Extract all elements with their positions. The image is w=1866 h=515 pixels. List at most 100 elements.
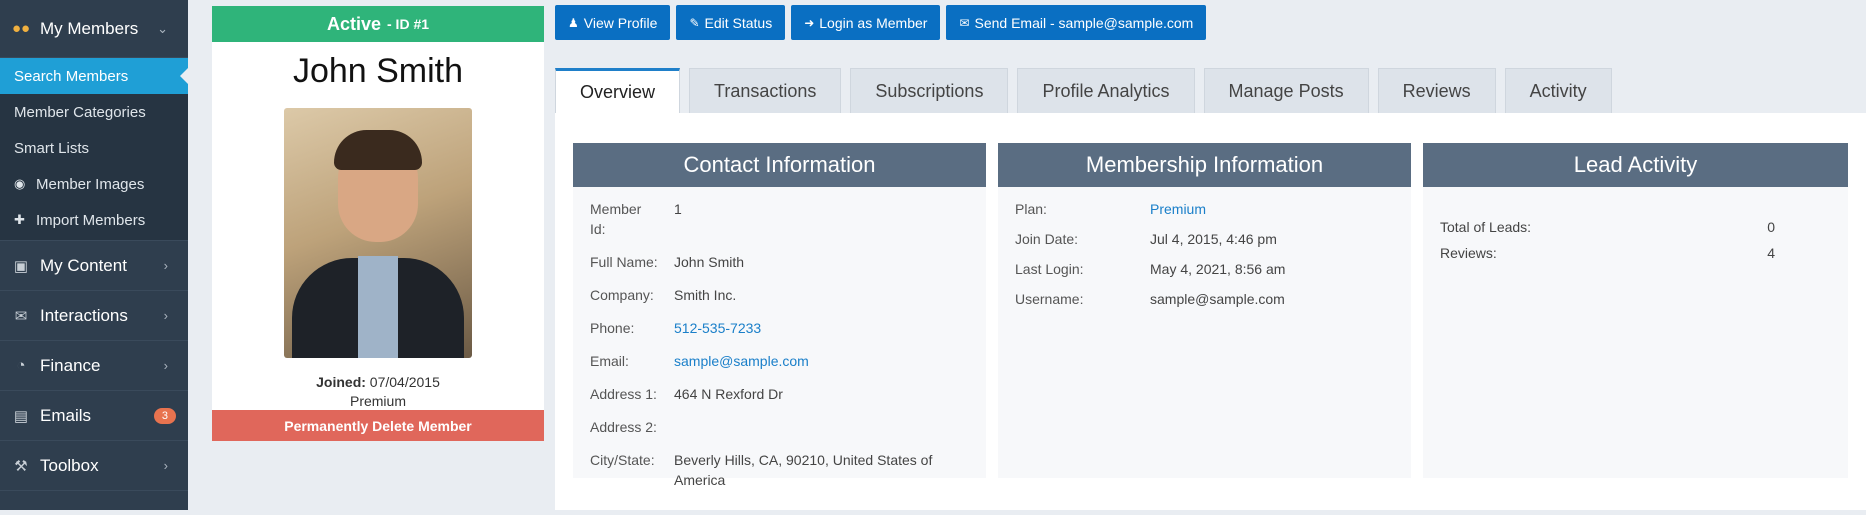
sidebar-item-import-members[interactable]: ✚ Import Members [0, 202, 188, 238]
sidebar-section-label: Toolbox [40, 455, 99, 475]
info-row: Phone: 512-535-7233 [590, 318, 969, 338]
tab-transactions[interactable]: Transactions [689, 68, 842, 113]
chevron-right-icon: › [163, 308, 168, 323]
comments-icon: ✉ [14, 307, 28, 325]
overview-panel: Contact Information Member Id: 1 Full Na… [555, 113, 1866, 510]
folder-icon: ▣ [13, 257, 29, 275]
send-email-button[interactable]: ✉ Send Email - sample@sample.com [946, 5, 1207, 40]
joined-date: 07/04/2015 [369, 374, 440, 390]
sidebar-item-label: Import Members [36, 211, 146, 229]
sidebar-section-emails[interactable]: ▤ Emails 3 [0, 391, 188, 441]
tab-reviews[interactable]: Reviews [1377, 68, 1496, 113]
info-key: Address 2: [590, 419, 657, 435]
phone-link[interactable]: 512-535-7233 [674, 318, 969, 338]
sidebar-section-label: Interactions [40, 305, 128, 325]
users-icon: ●● [11, 20, 31, 37]
info-row: Company: Smith Inc. [590, 285, 969, 305]
pie-chart-icon: ◔ [16, 357, 26, 374]
email-link[interactable]: sample@sample.com [674, 351, 969, 371]
button-label: Edit Status [704, 14, 773, 31]
button-label: Login as Member [819, 14, 928, 31]
delete-member-button[interactable]: Permanently Delete Member [212, 410, 544, 441]
sidebar: ●● My Members ⌄ Search Members Member Ca… [0, 0, 188, 510]
pencil-icon: ✎ [689, 15, 700, 30]
info-key: City/State: [590, 452, 655, 468]
sidebar-item-member-images[interactable]: ◉ Member Images [0, 166, 188, 202]
sidebar-section-label: Emails [40, 405, 92, 425]
joined-label: Joined: [316, 374, 366, 390]
joined-info: Joined: 07/04/2015 [212, 374, 544, 390]
tab-manage-posts[interactable]: Manage Posts [1203, 68, 1369, 113]
info-row: Email: sample@sample.com [590, 351, 969, 371]
chevron-right-icon: › [163, 458, 168, 473]
profile-tabs: Overview Transactions Subscriptions Prof… [555, 68, 1612, 114]
sidebar-section-interactions[interactable]: ✉ Interactions › [0, 291, 188, 341]
sidebar-section-my-members[interactable]: ●● My Members ⌄ [0, 0, 188, 58]
info-row: City/State: Beverly Hills, CA, 90210, Un… [590, 450, 969, 490]
sidebar-submenu: Search Members Member Categories Smart L… [0, 58, 188, 241]
lead-key: Reviews: [1440, 245, 1497, 261]
info-key: Plan: [1015, 201, 1047, 217]
info-value [674, 417, 969, 437]
member-id-label: - ID #1 [387, 16, 430, 32]
sidebar-section-label: My Content [40, 255, 127, 275]
lead-value: 4 [1767, 245, 1775, 261]
info-row: Join Date: Jul 4, 2015, 4:46 pm [1015, 229, 1394, 249]
info-key: Phone: [590, 320, 635, 336]
info-key: Username: [1015, 291, 1084, 307]
info-row: Address 2: [590, 417, 969, 437]
info-value: 464 N Rexford Dr [674, 386, 783, 402]
login-as-member-button[interactable]: ➜ Login as Member [791, 5, 941, 40]
info-value: Beverly Hills, CA, 90210, United States … [674, 452, 933, 488]
info-key: Address 1: [590, 386, 657, 402]
chevron-right-icon: › [163, 258, 168, 273]
info-value: Jul 4, 2015, 4:46 pm [1150, 231, 1277, 247]
sidebar-section-my-content[interactable]: ▣ My Content › [0, 241, 188, 291]
sidebar-section-toolbox[interactable]: ⚒ Toolbox › [0, 441, 188, 491]
envelope-icon: ✉ [959, 15, 970, 30]
lead-key: Total of Leads: [1440, 219, 1532, 235]
lead-activity-box: Lead Activity Total of Leads: 0 Reviews:… [1423, 143, 1848, 478]
plan-link[interactable]: Premium [1150, 199, 1394, 219]
sidebar-item-smart-lists[interactable]: Smart Lists [0, 130, 188, 166]
info-row: Username: sample@sample.com [1015, 289, 1394, 309]
member-name: John Smith [292, 52, 464, 90]
membership-information-box: Membership Information Plan: Premium Joi… [998, 143, 1411, 478]
info-row: Last Login: May 4, 2021, 8:56 am [1015, 259, 1394, 279]
sidebar-item-search-members[interactable]: Search Members [0, 58, 188, 94]
inbox-icon: ▤ [13, 407, 29, 425]
view-profile-button[interactable]: ♟ View Profile [555, 5, 671, 40]
chevron-down-icon: ⌄ [157, 20, 168, 36]
contact-information-box: Contact Information Member Id: 1 Full Na… [573, 143, 986, 488]
info-key: Join Date: [1015, 231, 1079, 247]
info-row: Member Id: 1 [590, 199, 969, 239]
info-key: Email: [590, 353, 629, 369]
info-value: John Smith [674, 254, 745, 270]
box-title: Contact Information [573, 143, 986, 187]
edit-status-button[interactable]: ✎ Edit Status [676, 5, 786, 40]
plus-icon: ✚ [14, 212, 25, 227]
status-label: Active [326, 13, 381, 34]
sidebar-section-finance[interactable]: ◔ Finance › [0, 341, 188, 391]
member-profile-card: Active - ID #1 John Smith Joined: 07/04/… [212, 6, 544, 441]
tab-activity[interactable]: Activity [1504, 68, 1612, 113]
member-plan: Premium [349, 393, 406, 409]
user-icon: ♟ [568, 15, 579, 30]
tab-profile-analytics[interactable]: Profile Analytics [1017, 68, 1195, 113]
info-row: Address 1: 464 N Rexford Dr [590, 384, 969, 404]
info-key: Member Id: [590, 201, 642, 237]
tab-overview[interactable]: Overview [555, 68, 681, 114]
status-bar: Active - ID #1 [212, 6, 544, 42]
button-label: View Profile [583, 14, 658, 31]
sidebar-item-label: Search Members [14, 67, 129, 85]
box-title: Lead Activity [1423, 143, 1848, 187]
sidebar-item-member-categories[interactable]: Member Categories [0, 94, 188, 130]
emails-count-badge: 3 [153, 407, 176, 424]
lead-value: 0 [1767, 219, 1775, 235]
info-key: Full Name: [590, 254, 658, 270]
chevron-right-icon: › [163, 358, 168, 373]
info-value: sample@sample.com [1150, 291, 1285, 307]
lead-row: Reviews: 4 [1440, 245, 1831, 261]
tab-subscriptions[interactable]: Subscriptions [850, 68, 1009, 113]
sidebar-section-label: Finance [40, 355, 101, 375]
